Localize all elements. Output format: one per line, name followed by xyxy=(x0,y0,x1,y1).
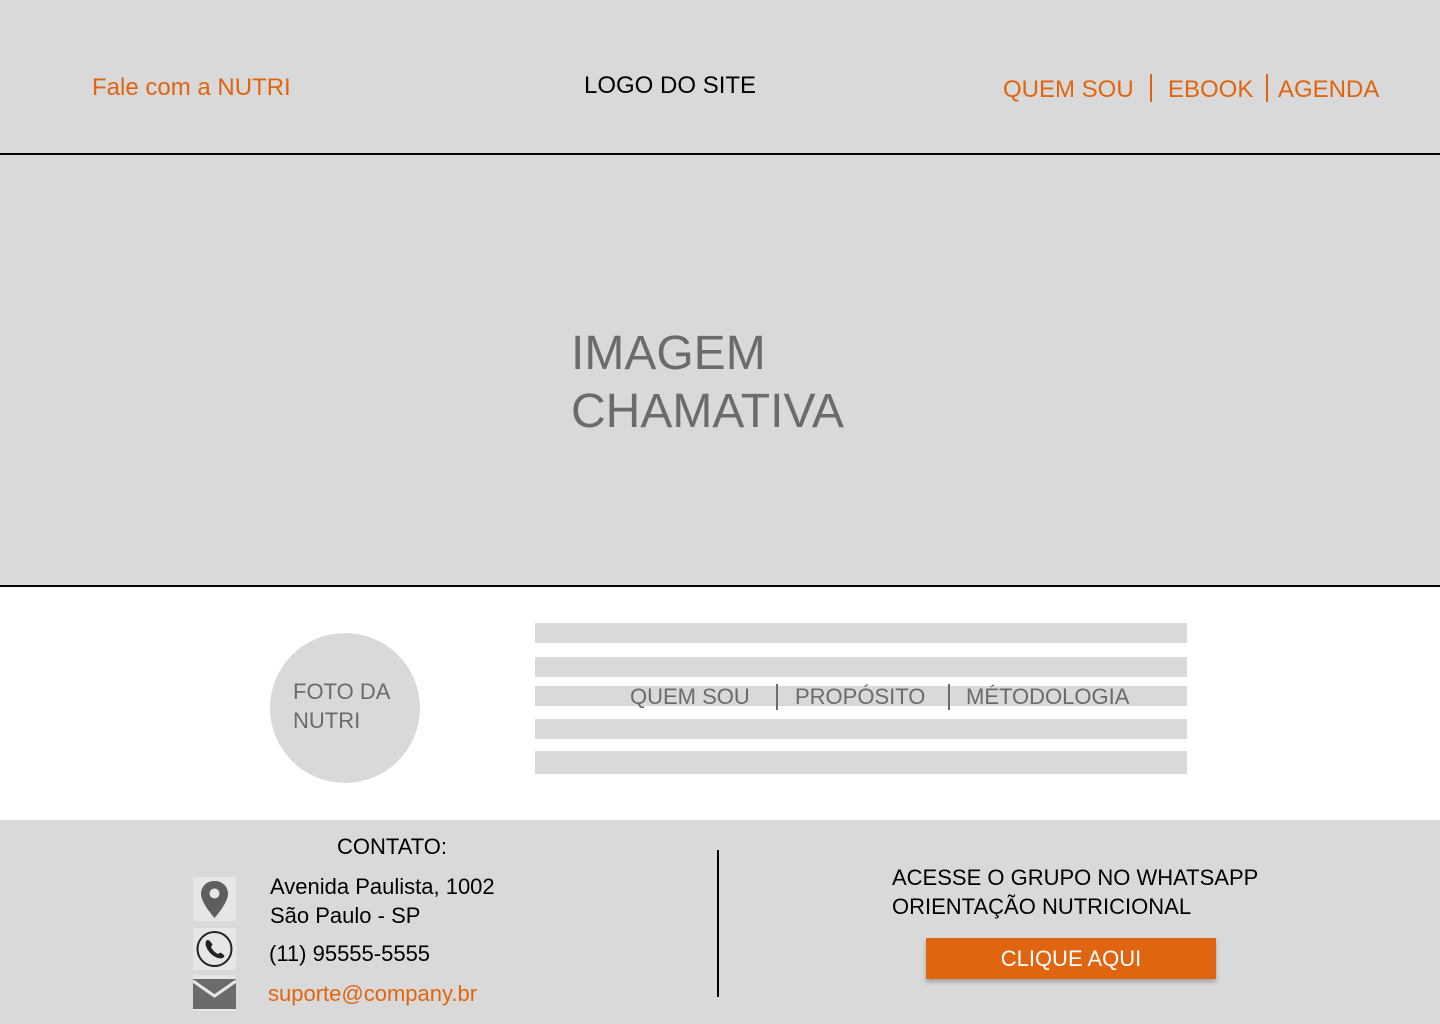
photo-label-line-2: NUTRI xyxy=(293,708,361,733)
footer-divider xyxy=(717,850,719,997)
site-footer: CONTATO: Avenida Paulista, 1002 São Paul… xyxy=(0,820,1440,1024)
text-placeholder-bar xyxy=(535,719,1187,739)
hero-line-1: IMAGEM xyxy=(571,327,766,380)
nav-separator xyxy=(1266,74,1268,102)
site-logo[interactable]: LOGO DO SITE xyxy=(584,72,756,100)
nutri-photo-placeholder: FOTO DA NUTRI xyxy=(270,633,420,783)
address-line-1: Avenida Paulista, 1002 xyxy=(270,874,495,899)
contact-nutri-link[interactable]: Fale com a NUTRI xyxy=(92,74,291,102)
address: Avenida Paulista, 1002 São Paulo - SP xyxy=(270,872,495,930)
email-link[interactable]: suporte@company.br xyxy=(268,981,477,1007)
about-nav-quem-sou[interactable]: QUEM SOU xyxy=(630,684,750,710)
photo-label-line-1: FOTO DA xyxy=(293,679,391,704)
site-header: Fale com a NUTRI LOGO DO SITE QUEM SOU E… xyxy=(0,0,1440,155)
about-nav-metodologia[interactable]: MÉTODOLOGIA xyxy=(966,684,1129,710)
about-section: FOTO DA NUTRI QUEM SOU PROPÓSITO MÉTODOL… xyxy=(0,587,1440,820)
about-nav-separator xyxy=(948,684,950,710)
whatsapp-cta-button[interactable]: CLIQUE AQUI xyxy=(926,938,1216,979)
nav-item-agenda[interactable]: AGENDA xyxy=(1278,76,1379,104)
hero-line-2: CHAMATIVA xyxy=(571,385,844,438)
photo-label: FOTO DA NUTRI xyxy=(293,677,390,735)
nav-item-quem-sou[interactable]: QUEM SOU xyxy=(1003,76,1134,104)
contact-title: CONTATO: xyxy=(337,834,447,859)
whatsapp-line-1: ACESSE O GRUPO NO WHATSAPP xyxy=(892,865,1259,890)
hero-text: IMAGEM CHAMATIVA xyxy=(571,325,844,441)
map-pin-icon xyxy=(193,877,236,921)
text-placeholder-bar xyxy=(535,623,1187,643)
about-nav-proposito[interactable]: PROPÓSITO xyxy=(795,684,925,710)
nav-separator xyxy=(1150,74,1152,102)
text-placeholder-bar xyxy=(535,657,1187,677)
whatsapp-line-2: ORIENTAÇÃO NUTRICIONAL xyxy=(892,894,1192,919)
phone-icon xyxy=(193,928,236,970)
whatsapp-promo: ACESSE O GRUPO NO WHATSAPP ORIENTAÇÃO NU… xyxy=(892,863,1258,921)
mail-icon xyxy=(192,975,237,1011)
nav-item-ebook[interactable]: EBOOK xyxy=(1168,76,1253,104)
text-placeholder-bar xyxy=(535,751,1187,774)
about-nav-separator xyxy=(776,684,778,710)
address-line-2: São Paulo - SP xyxy=(270,903,421,928)
hero-image-placeholder: IMAGEM CHAMATIVA xyxy=(0,155,1440,587)
phone-number: (11) 95555-5555 xyxy=(269,941,431,966)
